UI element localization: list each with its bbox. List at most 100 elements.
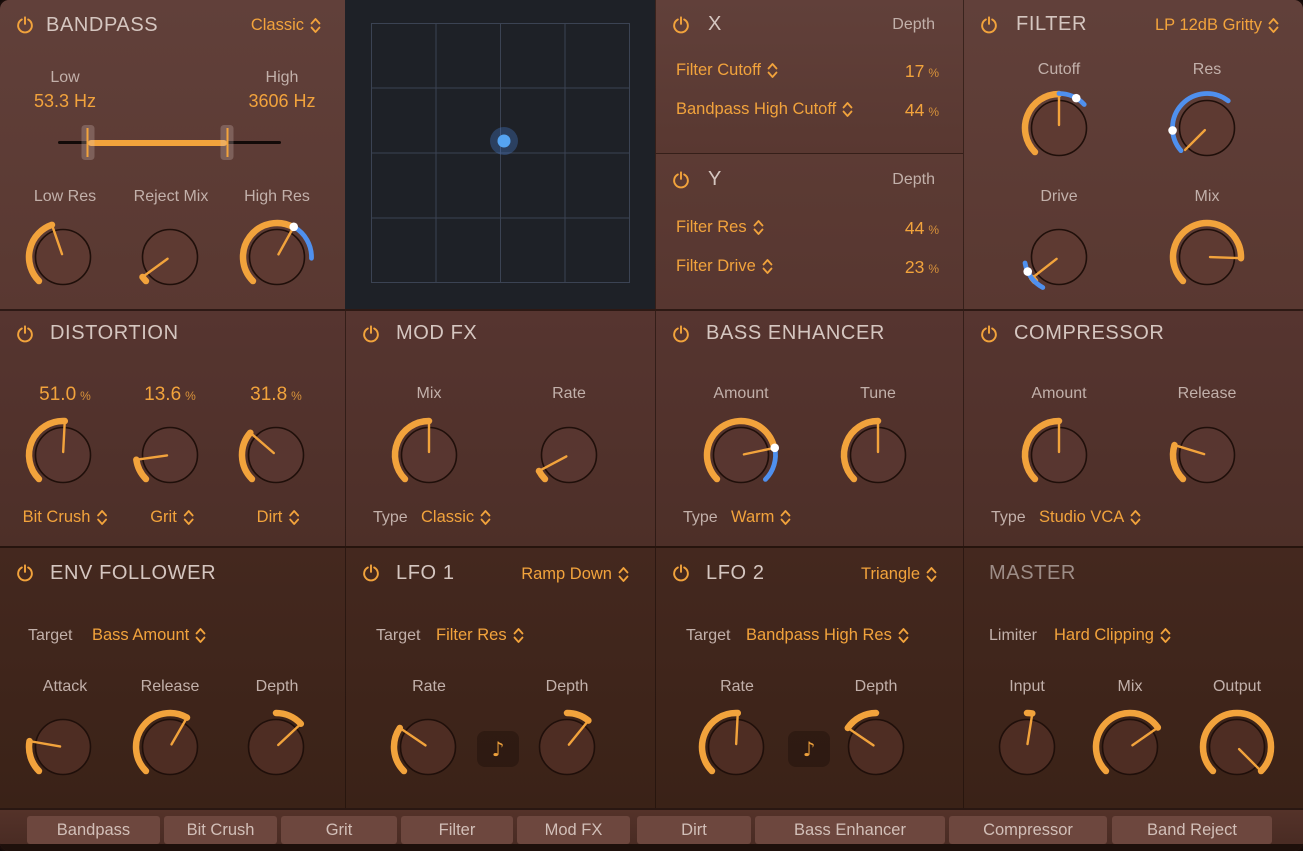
comp-power-toggle[interactable] — [980, 325, 998, 343]
x-depth-1[interactable]: 17 % — [905, 61, 939, 82]
lfo2-target-dropdown[interactable]: Bandpass High Res — [746, 626, 909, 645]
y-target-2-value: Filter Drive — [676, 257, 756, 276]
input-knob[interactable] — [987, 707, 1067, 787]
y-depth-2-value: 23 — [905, 257, 924, 278]
x-target-2-dropdown[interactable]: Bandpass High Cutoff — [676, 100, 853, 119]
distortion-type-1-dropdown[interactable]: Bit Crush — [23, 508, 108, 527]
reject-mix-knob[interactable] — [130, 217, 210, 297]
env-attack-knob[interactable] — [23, 707, 103, 787]
env-title: ENV FOLLOWER — [50, 562, 216, 585]
dropdown-chevrons-icon — [762, 258, 773, 275]
x-depth-2-value: 44 — [905, 100, 924, 121]
dropdown-chevrons-icon — [1160, 627, 1171, 644]
comp-amount-knob[interactable] — [1019, 415, 1099, 495]
x-target-1-dropdown[interactable]: Filter Cutoff — [676, 61, 778, 80]
low-res-knob[interactable] — [23, 217, 103, 297]
high-res-knob[interactable] — [237, 217, 317, 297]
filter-panel: FILTER LP 12dB Gritty Cutoff Res Drive M… — [963, 0, 1303, 309]
drive-knob[interactable] — [1019, 217, 1099, 297]
xy-position-dot[interactable] — [490, 127, 518, 155]
pad-bandpass[interactable]: Bandpass — [27, 816, 160, 844]
percent-sign: % — [291, 389, 302, 403]
xy-pad[interactable] — [371, 23, 630, 283]
filter-power-toggle[interactable] — [980, 16, 998, 34]
pad-dirt[interactable]: Dirt — [637, 816, 751, 844]
bandpass-mode-dropdown[interactable]: Classic — [251, 16, 321, 35]
env-release-label: Release — [141, 678, 200, 696]
bandpass-power-toggle[interactable] — [16, 16, 34, 34]
lfo1-wave-dropdown[interactable]: Ramp Down — [521, 565, 629, 584]
modfx-type-label: Type — [373, 509, 408, 527]
x-depth-header: Depth — [892, 16, 935, 34]
pad-bass-enhancer[interactable]: Bass Enhancer — [755, 816, 945, 844]
pad-mod-fx[interactable]: Mod FX — [517, 816, 630, 844]
bandpass-low-value[interactable]: 53.3 Hz — [34, 91, 96, 112]
res-knob[interactable] — [1167, 88, 1247, 168]
limiter-dropdown[interactable]: Hard Clipping — [1054, 626, 1171, 645]
bit-crush-value: 51.0 — [39, 384, 76, 406]
modfx-mix-knob[interactable] — [389, 415, 469, 495]
cutoff-knob[interactable] — [1019, 88, 1099, 168]
output-knob[interactable] — [1197, 707, 1277, 787]
bandpass-range-slider[interactable] — [58, 141, 281, 144]
bandpass-high-value[interactable]: 3606 Hz — [248, 91, 315, 112]
distortion-type-3-dropdown[interactable]: Dirt — [257, 508, 300, 527]
pad-grit[interactable]: Grit — [281, 816, 397, 844]
distortion-power-toggle[interactable] — [16, 325, 34, 343]
distortion-value-1[interactable]: 51.0 % — [39, 384, 91, 406]
bandpass-low-handle[interactable] — [81, 125, 94, 160]
bandpass-title: BANDPASS — [46, 14, 158, 37]
modfx-power-toggle[interactable] — [362, 325, 380, 343]
env-target-dropdown[interactable]: Bass Amount — [92, 626, 206, 645]
modfx-rate-label: Rate — [552, 385, 586, 403]
pad-band-reject[interactable]: Band Reject — [1112, 816, 1272, 844]
distortion-value-2[interactable]: 13.6 % — [144, 384, 196, 406]
distortion-type-2-dropdown[interactable]: Grit — [150, 508, 194, 527]
compressor-panel: COMPRESSOR Amount Release Type Studio VC… — [963, 309, 1303, 546]
modfx-rate-knob[interactable] — [529, 415, 609, 495]
lfo1-rate-knob[interactable] — [388, 707, 468, 787]
x-depth-2[interactable]: 44 % — [905, 100, 939, 121]
pad-filter[interactable]: Filter — [401, 816, 513, 844]
lfo2-rate-knob[interactable] — [696, 707, 776, 787]
distortion-value-3[interactable]: 31.8 % — [250, 384, 302, 406]
lfo2-sync-note-button[interactable]: ♪ — [788, 731, 830, 767]
lfo1-target-dropdown[interactable]: Filter Res — [436, 626, 524, 645]
bass-power-toggle[interactable] — [672, 325, 690, 343]
comp-release-knob[interactable] — [1167, 415, 1247, 495]
y-depth-1[interactable]: 44 % — [905, 218, 939, 239]
env-release-knob[interactable] — [130, 707, 210, 787]
lfo1-sync-note-button[interactable]: ♪ — [477, 731, 519, 767]
filter-mode-dropdown[interactable]: LP 12dB Gritty — [1155, 16, 1279, 35]
lfo1-depth-knob[interactable] — [527, 707, 607, 787]
comp-type-dropdown[interactable]: Studio VCA — [1039, 508, 1141, 527]
filter-mode-value: LP 12dB Gritty — [1155, 16, 1262, 35]
y-mod-power-toggle[interactable] — [672, 171, 690, 189]
lfo2-power-toggle[interactable] — [672, 564, 690, 582]
filter-mix-knob[interactable] — [1167, 217, 1247, 297]
dirt-knob[interactable] — [236, 415, 316, 495]
percent-sign: % — [928, 223, 939, 237]
y-target-2-dropdown[interactable]: Filter Drive — [676, 257, 773, 276]
env-depth-knob[interactable] — [236, 707, 316, 787]
master-mix-knob[interactable] — [1090, 707, 1170, 787]
bandpass-high-handle[interactable] — [221, 125, 234, 160]
lfo2-wave-dropdown[interactable]: Triangle — [861, 565, 937, 584]
bass-tune-knob[interactable] — [838, 415, 918, 495]
modfx-type-dropdown[interactable]: Classic — [421, 508, 491, 527]
percent-sign: % — [185, 389, 196, 403]
bit-crush-knob[interactable] — [23, 415, 103, 495]
lfo1-power-toggle[interactable] — [362, 564, 380, 582]
grit-knob[interactable] — [130, 415, 210, 495]
x-mod-power-toggle[interactable] — [672, 16, 690, 34]
pad-bit-crush[interactable]: Bit Crush — [164, 816, 277, 844]
pad-compressor[interactable]: Compressor — [949, 816, 1107, 844]
y-target-1-dropdown[interactable]: Filter Res — [676, 218, 764, 237]
y-depth-2[interactable]: 23 % — [905, 257, 939, 278]
lfo2-depth-knob[interactable] — [836, 707, 916, 787]
env-target-value: Bass Amount — [92, 626, 189, 645]
bass-type-dropdown[interactable]: Warm — [731, 508, 791, 527]
grit-value: 13.6 — [144, 384, 181, 406]
env-power-toggle[interactable] — [16, 564, 34, 582]
bass-amount-knob[interactable] — [701, 415, 781, 495]
